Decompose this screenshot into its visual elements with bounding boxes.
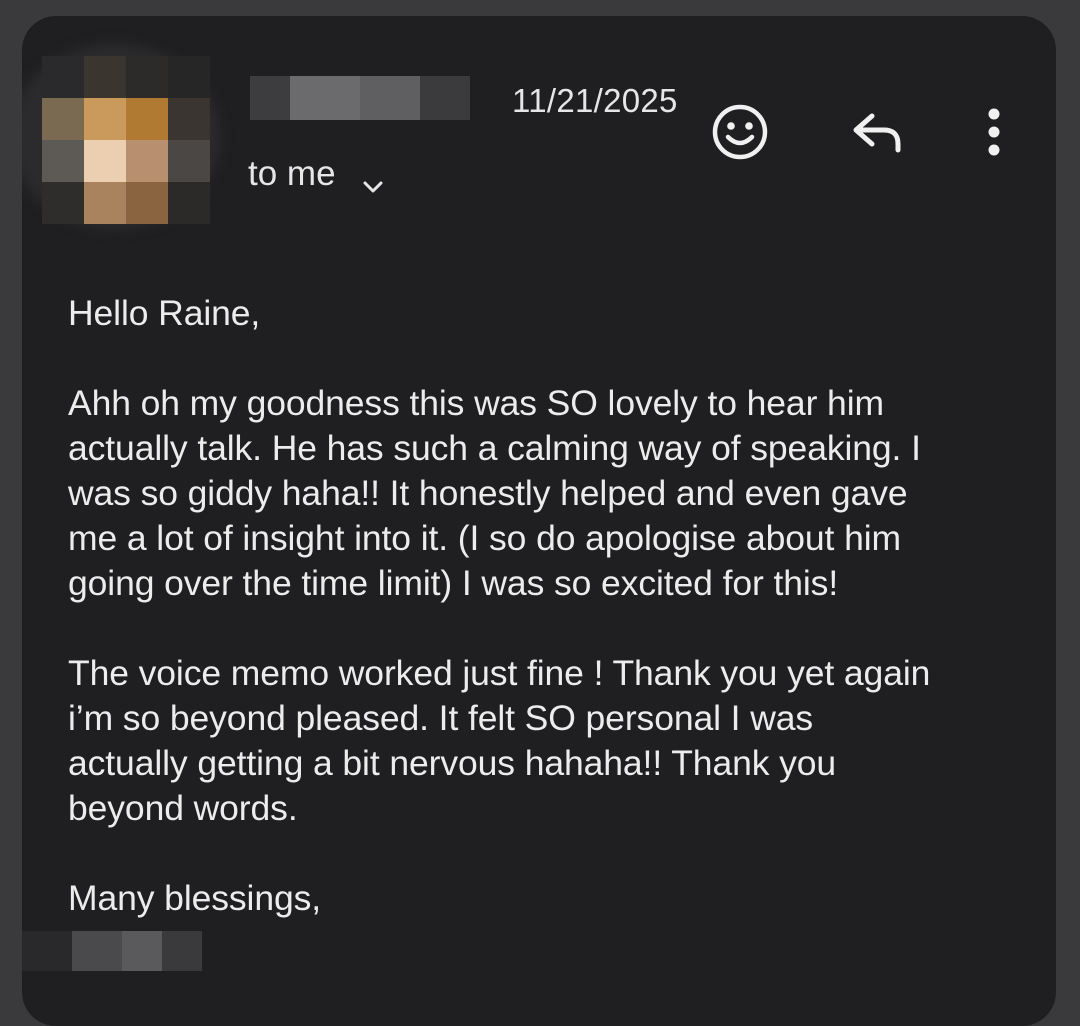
message-body: Hello Raine, Ahh oh my goodness this was… bbox=[68, 291, 1038, 921]
email-card: 11/21/2025 to me Hello Raine, Ahh oh my … bbox=[22, 16, 1056, 1026]
reply-icon bbox=[853, 113, 901, 153]
more-vert-icon bbox=[988, 108, 1000, 156]
recipient-toggle[interactable]: to me bbox=[248, 154, 383, 194]
reply-button[interactable] bbox=[846, 104, 906, 160]
message-paragraph: The voice memo worked just fine ! Thank … bbox=[68, 653, 931, 828]
message-paragraph: Ahh oh my goodness this was SO lovely to… bbox=[68, 383, 921, 603]
add-reaction-button[interactable] bbox=[710, 102, 770, 162]
message-greeting: Hello Raine, bbox=[68, 293, 261, 333]
sender-name-redacted bbox=[250, 76, 490, 120]
recipient-label: to me bbox=[248, 154, 336, 193]
message-closing: Many blessings, bbox=[68, 878, 322, 918]
sender-avatar[interactable] bbox=[42, 56, 210, 224]
message-date: 11/21/2025 bbox=[512, 82, 678, 119]
smiley-icon bbox=[712, 104, 768, 160]
signature-redacted bbox=[22, 921, 212, 981]
chevron-down-icon bbox=[362, 164, 383, 193]
more-options-button[interactable] bbox=[972, 102, 1016, 162]
